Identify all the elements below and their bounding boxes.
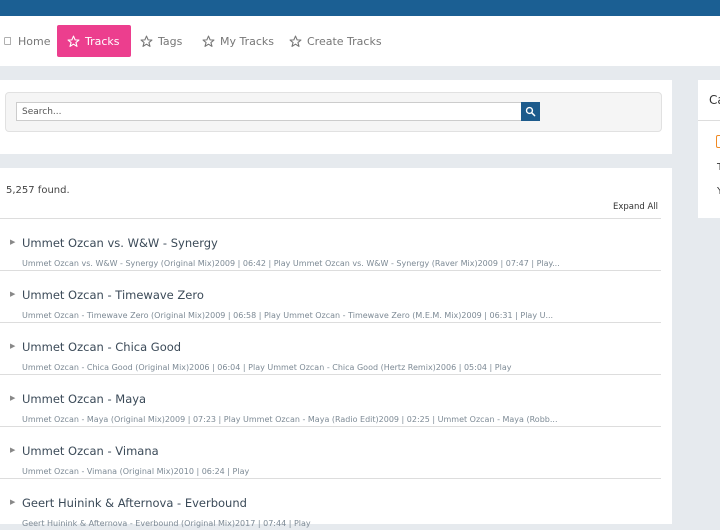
track-detail: Ummet Ozcan - Maya (Original Mix)2009 | …	[22, 415, 558, 424]
nav-tracks-label: Tracks	[85, 34, 120, 48]
track-detail: Ummet Ozcan - Vimana (Original Mix)2010 …	[22, 467, 250, 476]
search-panel	[0, 80, 672, 154]
top-bar	[0, 0, 720, 16]
search-icon	[525, 106, 536, 117]
caret-right-icon[interactable]: ▶	[10, 446, 15, 454]
search-button[interactable]	[521, 102, 540, 121]
nav-create-tracks-label: Create Tracks	[307, 34, 382, 48]
search-well	[5, 92, 662, 132]
caret-right-icon[interactable]: ▶	[10, 342, 15, 350]
track-list: ▶ Ummet Ozcan vs. W&W - Synergy Ummet Oz…	[0, 218, 661, 530]
search-input[interactable]	[16, 102, 527, 121]
list-item[interactable]: ▶ Ummet Ozcan vs. W&W - Synergy Ummet Oz…	[0, 218, 661, 270]
star-icon	[289, 35, 302, 47]
categories-heading: Ca	[709, 93, 720, 107]
divider	[698, 120, 720, 121]
track-detail: Ummet Ozcan - Timewave Zero (Original Mi…	[22, 311, 554, 320]
results-panel: 5,257 found. Expand All ▶ Ummet Ozcan vs…	[0, 168, 672, 528]
list-item[interactable]: ▶ Ummet Ozcan - Timewave Zero Ummet Ozca…	[0, 270, 661, 322]
star-icon	[67, 35, 80, 47]
results-count: 5,257 found.	[6, 185, 70, 196]
list-item[interactable]: ▶ Ummet Ozcan - Chica Good Ummet Ozcan -…	[0, 322, 661, 374]
track-detail: Ummet Ozcan - Chica Good (Original Mix)2…	[22, 363, 512, 372]
nav-my-tracks[interactable]: My Tracks	[202, 25, 274, 57]
track-detail: Ummet Ozcan vs. W&W - Synergy (Original …	[22, 259, 560, 268]
list-item[interactable]: ▶ Geert Huinink & Afternova - Everbound …	[0, 478, 661, 530]
track-title[interactable]: Ummet Ozcan - Vimana	[22, 444, 159, 458]
rss-icon[interactable]	[716, 135, 720, 148]
track-title[interactable]: Ummet Ozcan vs. W&W - Synergy	[22, 236, 218, 250]
nav-home-label: Home	[18, 34, 51, 48]
list-item[interactable]: ▶ Ummet Ozcan - Vimana Ummet Ozcan - Vim…	[0, 426, 661, 478]
caret-right-icon[interactable]: ▶	[10, 238, 15, 246]
home-icon	[4, 37, 11, 45]
nav-create-tracks[interactable]: Create Tracks	[289, 25, 382, 57]
star-icon	[202, 35, 215, 47]
categories-panel: Ca T Y	[698, 80, 720, 218]
track-title[interactable]: Geert Huinink & Afternova - Everbound	[22, 496, 247, 510]
list-item[interactable]: ▶ Ummet Ozcan - Maya Ummet Ozcan - Maya …	[0, 374, 661, 426]
nav-my-tracks-label: My Tracks	[220, 34, 275, 48]
track-title[interactable]: Ummet Ozcan - Chica Good	[22, 340, 181, 354]
nav-tags-label: Tags	[158, 34, 183, 48]
caret-right-icon[interactable]: ▶	[10, 498, 15, 506]
expand-all-button[interactable]: Expand All	[613, 202, 658, 212]
main-nav: Home Tracks Tags My Tracks Create Tracks	[0, 16, 720, 66]
nav-tracks[interactable]: Tracks	[57, 25, 131, 57]
nav-tags[interactable]: Tags	[140, 25, 182, 57]
nav-home[interactable]: Home	[4, 25, 50, 57]
track-title[interactable]: Ummet Ozcan - Maya	[22, 392, 146, 406]
caret-right-icon[interactable]: ▶	[10, 394, 15, 402]
star-icon	[140, 35, 153, 47]
caret-right-icon[interactable]: ▶	[10, 290, 15, 298]
track-title[interactable]: Ummet Ozcan - Timewave Zero	[22, 288, 204, 302]
